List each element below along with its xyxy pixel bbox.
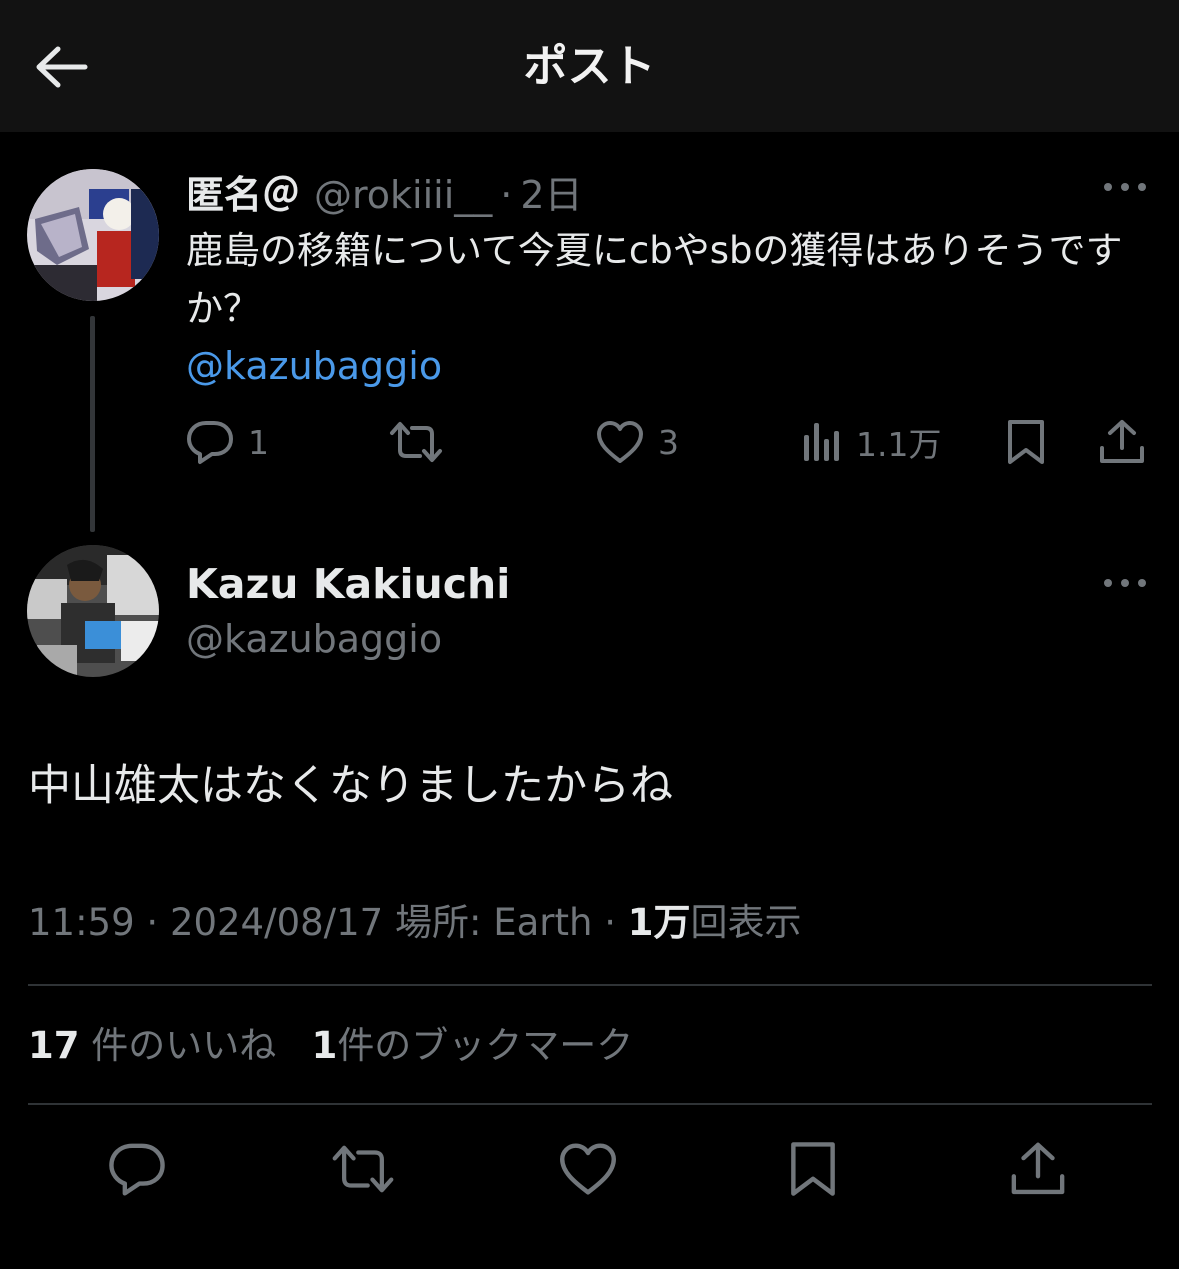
share-icon [1098,418,1146,466]
tweet-meta: 11:59 · 2024/08/17 場所: Earth · 1万回表示 [28,896,801,950]
repost-icon [330,1143,396,1195]
main-display-name[interactable]: Kazu Kakiuchi [186,556,510,612]
bookmark-icon [1004,418,1048,466]
more-dots-icon [1103,578,1147,588]
reply-count: 1 [248,422,269,462]
post-location: 場所: Earth [394,901,593,944]
reply-button[interactable] [104,1136,170,1202]
repost-action[interactable] [388,414,458,470]
divider [28,1103,1152,1105]
like-count: 3 [658,422,679,462]
parent-tweet-text: 鹿島の移籍について今夏にcbやsbの獲得はありそうですか？ [186,229,1123,330]
avatar[interactable] [27,545,159,677]
post-date[interactable]: 2024/08/17 [170,901,383,944]
bookmark-action[interactable] [1004,414,1048,470]
avatar[interactable] [27,169,159,301]
post-time[interactable]: 11:59 [28,901,135,944]
repost-icon [388,420,444,464]
bookmarks-label: 件のブックマーク [337,1024,634,1067]
display-name[interactable]: 匿名＠ [186,164,300,219]
likes-label: 件のいいね [91,1024,277,1067]
likes-number: 17 [28,1024,80,1067]
heart-icon [596,420,644,464]
share-action[interactable] [1098,414,1146,470]
bookmark-button[interactable] [780,1136,846,1202]
views-count: 1.1万 [856,425,942,464]
bookmark-icon [786,1139,840,1199]
bookmarks-stat[interactable]: 1件のブックマーク [312,1024,634,1067]
views-number: 1万 [627,901,691,944]
reply-icon [107,1141,167,1197]
more-options-button[interactable] [1098,563,1152,603]
share-button[interactable] [1005,1136,1071,1202]
bar-chart-icon [802,421,842,463]
like-button[interactable] [555,1136,621,1202]
separator-dot: · [146,901,159,944]
like-action[interactable]: 3 [596,414,679,470]
timestamp[interactable]: 2日 [520,164,582,219]
page-title: ポスト [523,41,656,92]
main-user-handle[interactable]: @kazubaggio [186,612,442,666]
separator-dot: · [604,901,616,944]
reply-icon [186,419,234,465]
main-tweet-text: 中山雄太はなくなりましたからね [28,761,673,811]
separator-dot: · [500,173,513,217]
parent-tweet-header: 匿名＠ @rokiiii__ · 2日 [186,164,583,219]
views-action[interactable]: 1.1万 [802,414,941,470]
divider [28,984,1152,986]
heart-icon [558,1142,618,1196]
more-dots-icon [1103,182,1147,192]
repost-button[interactable] [330,1136,396,1202]
more-options-button[interactable] [1098,167,1152,207]
user-handle[interactable]: @rokiiii__ [314,173,492,217]
bookmarks-number: 1 [311,1024,338,1067]
thread-line [90,316,95,532]
engagement-stats: 17 件のいいね 1件のブックマーク [28,1018,633,1074]
views-label: 回表示 [690,901,802,944]
share-icon [1009,1140,1067,1198]
mention-link[interactable]: @kazubaggio [186,338,442,394]
likes-stat[interactable]: 17 件のいいね [28,1024,276,1067]
top-bar: ポスト [0,0,1179,132]
reply-action[interactable]: 1 [186,414,269,470]
